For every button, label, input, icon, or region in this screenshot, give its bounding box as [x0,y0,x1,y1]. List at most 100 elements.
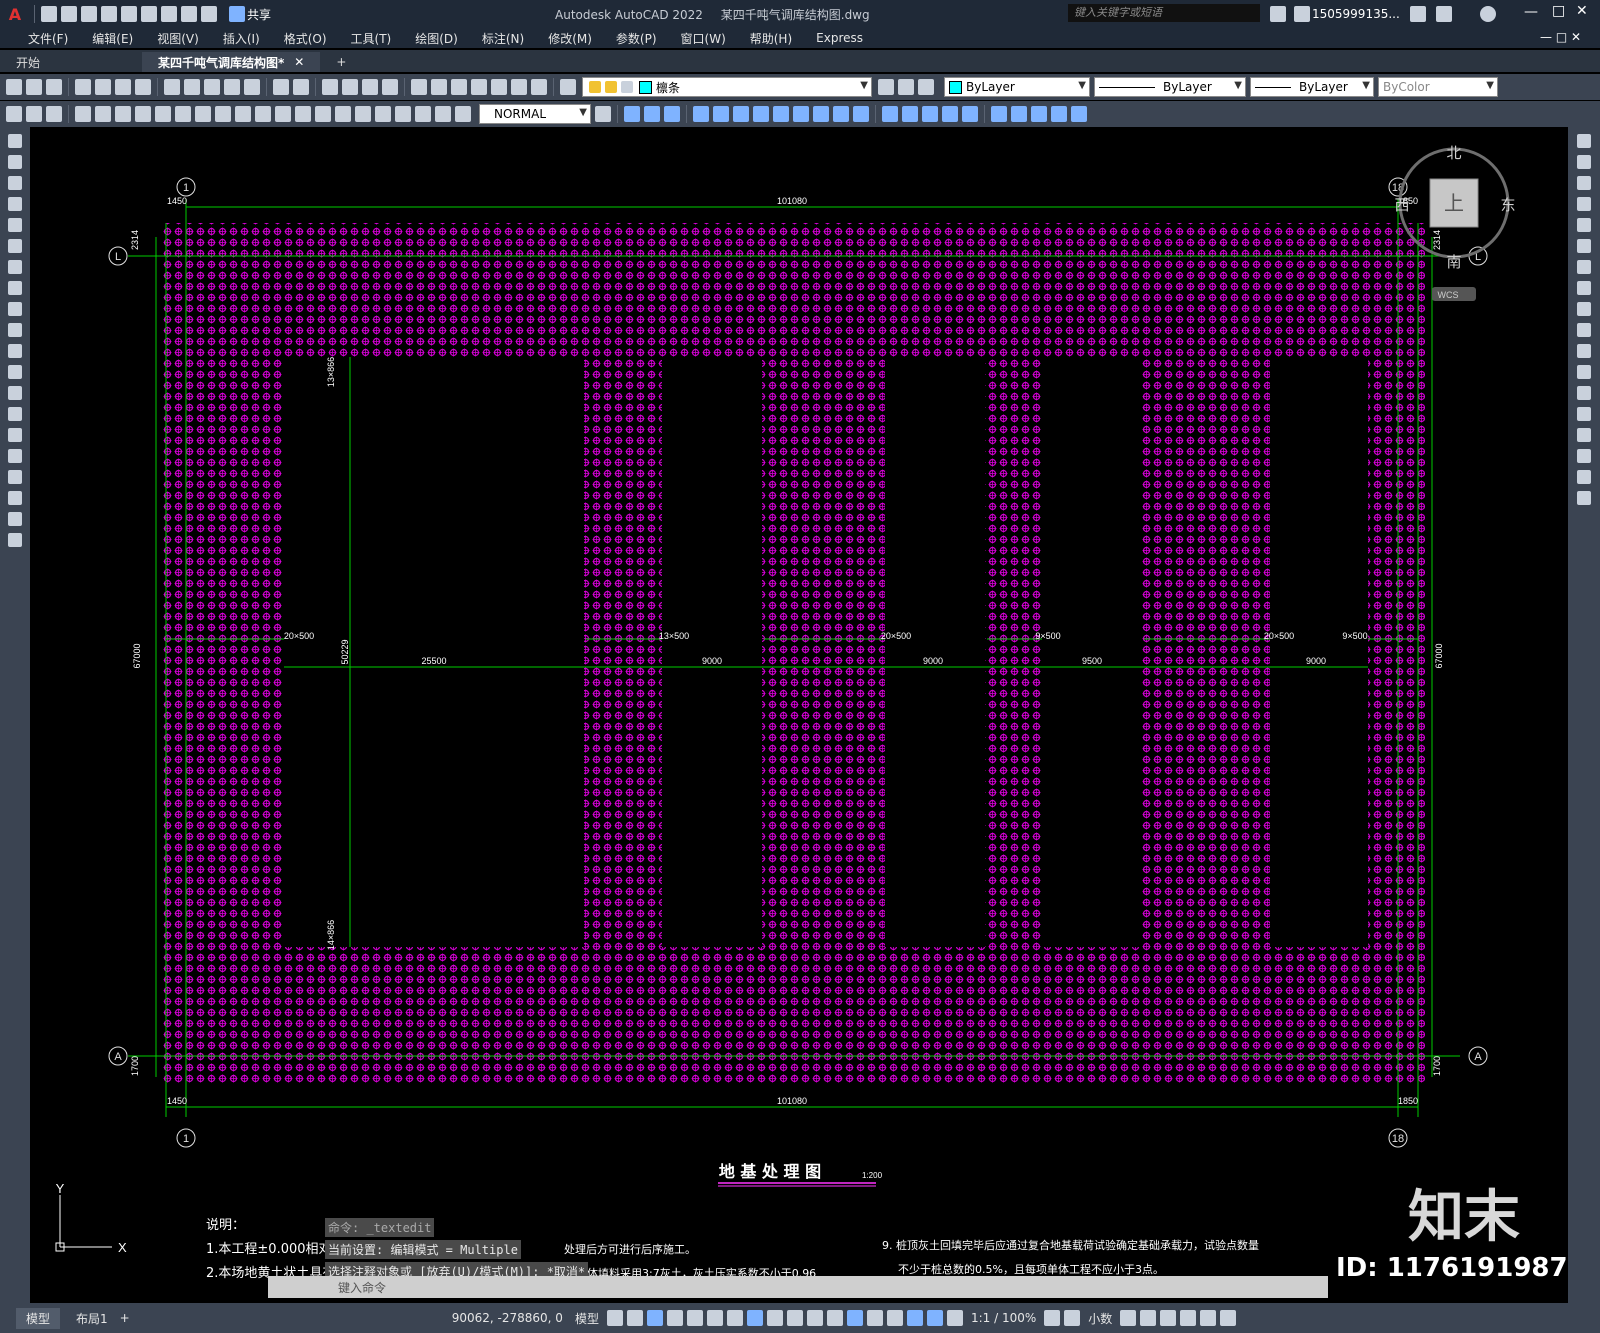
mtext-icon[interactable] [8,512,22,526]
cut-icon[interactable] [164,79,180,95]
object-snap-icon[interactable] [766,1310,783,1326]
viewcube-west[interactable]: 西 [1394,196,1409,214]
3d-union-icon[interactable] [644,106,660,122]
menu-tools[interactable]: 工具(T) [339,30,404,47]
user-name[interactable]: 1505999135... [1312,7,1400,21]
transparency-icon[interactable] [806,1310,823,1326]
redo-icon[interactable] [201,6,217,22]
menu-draw[interactable]: 绘图(D) [403,30,470,47]
dim-linear-icon[interactable] [75,106,91,122]
qdim-icon[interactable] [235,106,251,122]
dim-aligned-icon[interactable] [95,106,111,122]
3d-offset-icon[interactable] [1011,106,1027,122]
revision-cloud-icon[interactable] [8,281,22,295]
3d-extract-icon[interactable] [991,106,1007,122]
dimstyle-dropdown[interactable]: NORMAL ▼ [479,104,591,124]
drawing-svg[interactable]: 1 18 1 18 L L A A 101080 101080 1450 185… [30,127,1568,1303]
zoom-window-icon[interactable] [362,79,378,95]
arc-icon[interactable] [8,239,22,253]
circle-icon[interactable] [8,260,22,274]
3d-loft-icon[interactable] [753,106,769,122]
infer-constraints-icon[interactable] [646,1310,663,1326]
viewcube-east[interactable]: 东 [1500,196,1515,214]
properties-icon[interactable] [411,79,427,95]
dynamic-ucs-icon[interactable] [866,1310,883,1326]
array-icon[interactable] [1577,218,1591,232]
tool-palettes-icon[interactable] [451,79,467,95]
viewcube-north[interactable]: 北 [1446,144,1461,162]
user-icon[interactable] [1294,6,1310,22]
menu-file[interactable]: 文件(F) [16,30,80,47]
copy-object-icon[interactable] [1577,155,1591,169]
menu-help[interactable]: 帮助(H) [738,30,804,47]
copy-icon[interactable] [184,79,200,95]
chamfer-icon[interactable] [1577,428,1591,442]
stretch-icon[interactable] [1577,302,1591,316]
annotation-visibility-icon[interactable] [926,1310,943,1326]
move-icon[interactable] [1577,239,1591,253]
jogged-linear-icon[interactable] [395,106,411,122]
isolate-objects-icon[interactable] [1160,1310,1177,1326]
layer-previous-icon[interactable] [898,79,914,95]
3d-presspull-icon[interactable] [773,106,789,122]
point-icon[interactable] [8,407,22,421]
publish-icon[interactable] [115,79,131,95]
insert-block-icon[interactable] [8,365,22,379]
undo-icon[interactable] [181,6,197,22]
zoom-realtime-icon[interactable] [342,79,358,95]
tab-layout1[interactable]: 布局1 [70,1310,114,1327]
dim-break-icon[interactable] [315,106,331,122]
explode-icon[interactable] [1577,491,1591,505]
new-tab-button[interactable]: + [320,52,362,72]
dimstyle-manager-icon[interactable] [595,106,611,122]
open-icon[interactable] [26,79,42,95]
plot-icon[interactable] [75,79,91,95]
layer-state-icon[interactable] [918,79,934,95]
rectangle-icon[interactable] [8,218,22,232]
3d-osnap-icon[interactable] [846,1310,863,1326]
dim-diameter-icon[interactable] [195,106,211,122]
3d-print-icon[interactable] [135,79,151,95]
sheet-set-icon[interactable] [471,79,487,95]
command-input[interactable]: 键入命令 [268,1276,1328,1298]
3d-slice-icon[interactable] [793,106,809,122]
dim-ordinate-icon[interactable] [135,106,151,122]
snap-icon[interactable] [626,1310,643,1326]
annotation-monitor-icon[interactable] [1064,1310,1081,1326]
viewcube-top[interactable]: 上 [1444,191,1464,215]
quickcalc-icon[interactable] [511,79,527,95]
break-icon[interactable] [1577,386,1591,400]
help-icon[interactable] [1480,6,1496,22]
menu-parametric[interactable]: 参数(P) [604,30,669,47]
add-layout-button[interactable]: + [114,1311,136,1325]
share-button[interactable]: 共享 [227,6,271,23]
menu-express[interactable]: Express [804,31,875,45]
3d-check-icon[interactable] [962,106,978,122]
color-dropdown[interactable]: ByLayer ▼ [944,77,1090,97]
dim-continue-icon[interactable] [275,106,291,122]
selection-cycling-icon[interactable] [826,1310,843,1326]
region-icon[interactable] [8,470,22,484]
3d-subtract-icon[interactable] [664,106,680,122]
customization-icon[interactable] [1220,1310,1237,1326]
clean-screen-icon[interactable] [1200,1310,1217,1326]
3d-clean-icon[interactable] [942,106,958,122]
pan-icon[interactable] [322,79,338,95]
search-box[interactable]: 键入关键字或短语 [1068,4,1260,22]
save-icon[interactable] [81,6,97,22]
lock-ui-icon[interactable] [1140,1310,1157,1326]
ellipse-icon[interactable] [8,323,22,337]
drawing-canvas[interactable]: 1 18 1 18 L L A A 101080 101080 1450 185… [30,127,1568,1303]
new-file-icon[interactable] [41,6,57,22]
linetype-dropdown[interactable]: ByLayer ▼ [1094,77,1246,97]
zoom-previous-icon[interactable] [382,79,398,95]
save-tb-icon[interactable] [46,79,62,95]
construction-line-icon[interactable] [8,155,22,169]
3d-copy-icon[interactable] [1071,106,1087,122]
make-current-icon[interactable] [878,79,894,95]
paste-icon[interactable] [204,79,220,95]
tab-model[interactable]: 模型 [16,1307,61,1329]
gizmo-icon[interactable] [906,1310,923,1326]
erase-icon[interactable] [1577,134,1591,148]
selection-filter-icon[interactable] [886,1310,903,1326]
